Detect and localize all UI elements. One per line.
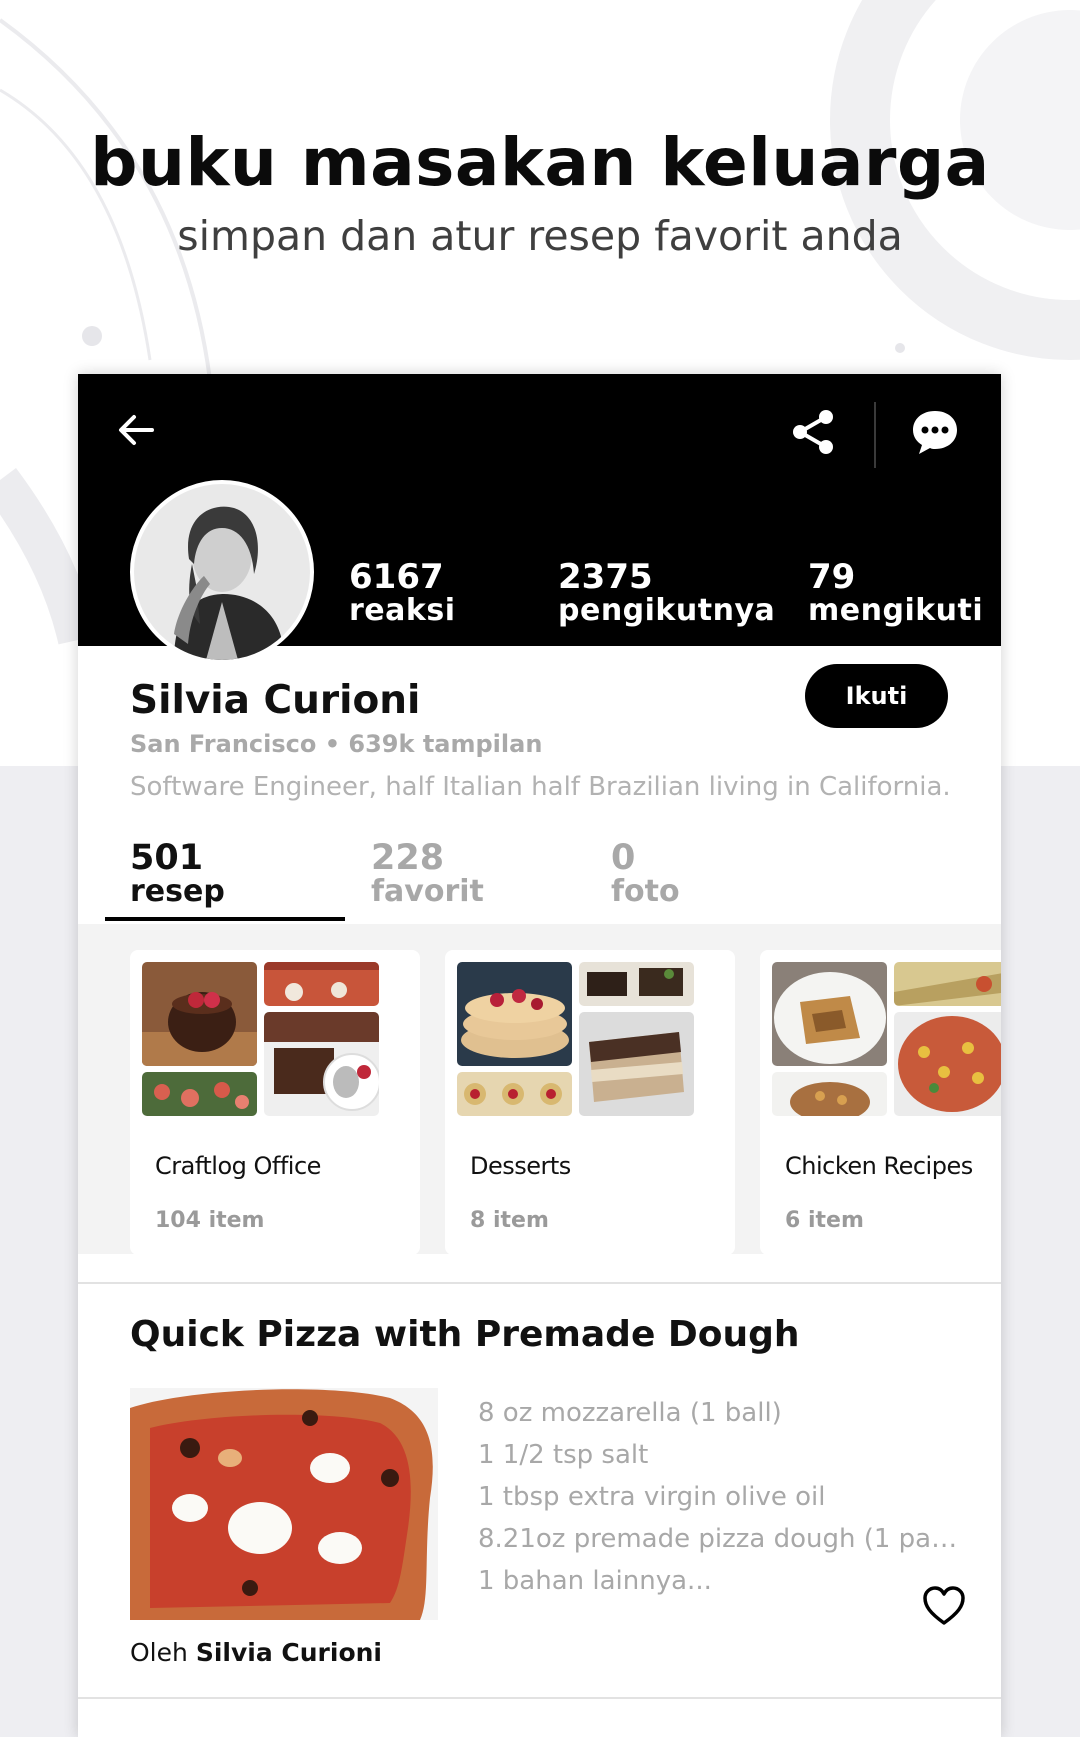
profile-screen: 6167 reaksi 2375 pengikutnya 79 mengikut… bbox=[78, 374, 1001, 1737]
collection-thumb bbox=[457, 1072, 572, 1116]
stat-label: mengikuti bbox=[808, 593, 984, 628]
stat-followers[interactable]: 2375 pengikutnya bbox=[558, 560, 775, 628]
collection-thumb bbox=[264, 1012, 379, 1116]
ingredient-item: 8 oz mozzarella (1 ball) bbox=[478, 1398, 782, 1428]
collection-thumb bbox=[142, 1072, 257, 1116]
recipe-image[interactable] bbox=[130, 1388, 438, 1620]
collection-thumb bbox=[894, 962, 1001, 1006]
tab-count: 0 bbox=[611, 838, 636, 878]
collection-thumb bbox=[579, 962, 694, 1006]
profile-header: 6167 reaksi 2375 pengikutnya 79 mengikut… bbox=[78, 374, 1001, 664]
tab-label: foto bbox=[611, 874, 680, 909]
collection-card[interactable]: Chicken Recipes 6 item bbox=[760, 950, 1001, 1255]
stat-label: pengikutnya bbox=[558, 593, 776, 628]
hero-title: buku masakan keluarga bbox=[90, 124, 990, 201]
section-divider bbox=[78, 1697, 1001, 1699]
collection-thumb bbox=[894, 1012, 1001, 1116]
ingredient-item: 1 bahan lainnya... bbox=[478, 1566, 712, 1596]
collections-carousel[interactable]: Craftlog Office 104 item Desserts 8 item bbox=[78, 924, 1001, 1255]
collection-title: Craftlog Office bbox=[155, 1152, 321, 1180]
collection-thumb bbox=[772, 1072, 887, 1116]
heart-icon[interactable] bbox=[922, 1586, 966, 1626]
collection-count: 6 item bbox=[785, 1208, 864, 1233]
section-divider bbox=[78, 1282, 1001, 1284]
hero-subtitle: simpan dan atur resep favorit anda bbox=[177, 212, 903, 260]
share-icon[interactable] bbox=[791, 409, 835, 455]
toolbar-divider bbox=[874, 402, 876, 468]
tab-count: 501 bbox=[130, 838, 204, 878]
ingredient-item: 1 tbsp extra virgin olive oil bbox=[478, 1482, 826, 1512]
tab-photos[interactable]: 0 foto bbox=[611, 841, 680, 909]
collection-count: 8 item bbox=[470, 1208, 549, 1233]
tab-count: 228 bbox=[371, 838, 445, 878]
tab-label: resep bbox=[130, 874, 225, 909]
ingredient-list: 8 oz mozzarella (1 ball) 1 1/2 tsp salt … bbox=[478, 1392, 958, 1602]
collection-thumb bbox=[264, 962, 379, 1006]
collection-title: Chicken Recipes bbox=[785, 1152, 973, 1180]
tab-label: favorit bbox=[371, 874, 484, 909]
collection-card[interactable]: Desserts 8 item bbox=[445, 950, 735, 1255]
chat-bubble-icon[interactable] bbox=[910, 408, 960, 456]
stat-label: reaksi bbox=[349, 593, 456, 628]
stat-value: 79 bbox=[808, 557, 856, 597]
recipe-author[interactable]: Oleh Silvia Curioni bbox=[130, 1638, 382, 1667]
recipe-title[interactable]: Quick Pizza with Premade Dough bbox=[130, 1314, 800, 1355]
avatar bbox=[130, 480, 314, 664]
tab-recipes[interactable]: 501 resep bbox=[130, 841, 225, 909]
collection-card[interactable]: Craftlog Office 104 item bbox=[130, 950, 420, 1255]
profile-bio: Software Engineer, half Italian half Bra… bbox=[130, 772, 951, 802]
collection-thumb bbox=[772, 962, 887, 1066]
collection-thumb bbox=[579, 1012, 694, 1116]
stat-reactions[interactable]: 6167 reaksi bbox=[349, 560, 455, 628]
back-arrow-icon[interactable] bbox=[116, 410, 156, 450]
collection-title: Desserts bbox=[470, 1152, 571, 1180]
stat-following[interactable]: 79 mengikuti bbox=[808, 560, 983, 628]
active-tab-indicator bbox=[105, 917, 345, 921]
ingredient-item: 1 1/2 tsp salt bbox=[478, 1440, 649, 1470]
stat-value: 2375 bbox=[558, 557, 653, 597]
follow-button[interactable]: Ikuti bbox=[805, 664, 948, 728]
collection-thumb bbox=[142, 962, 257, 1066]
collection-count: 104 item bbox=[155, 1208, 265, 1233]
author-name: Silvia Curioni bbox=[195, 1638, 382, 1667]
tab-favorites[interactable]: 228 favorit bbox=[371, 841, 484, 909]
ingredient-item: 8.21oz premade pizza dough (1 pa… bbox=[478, 1524, 958, 1554]
profile-meta: San Francisco • 639k tampilan bbox=[130, 730, 543, 758]
collection-thumb bbox=[457, 962, 572, 1066]
profile-name: Silvia Curioni bbox=[130, 678, 421, 723]
stat-value: 6167 bbox=[349, 557, 444, 597]
author-prefix: Oleh bbox=[130, 1638, 188, 1667]
